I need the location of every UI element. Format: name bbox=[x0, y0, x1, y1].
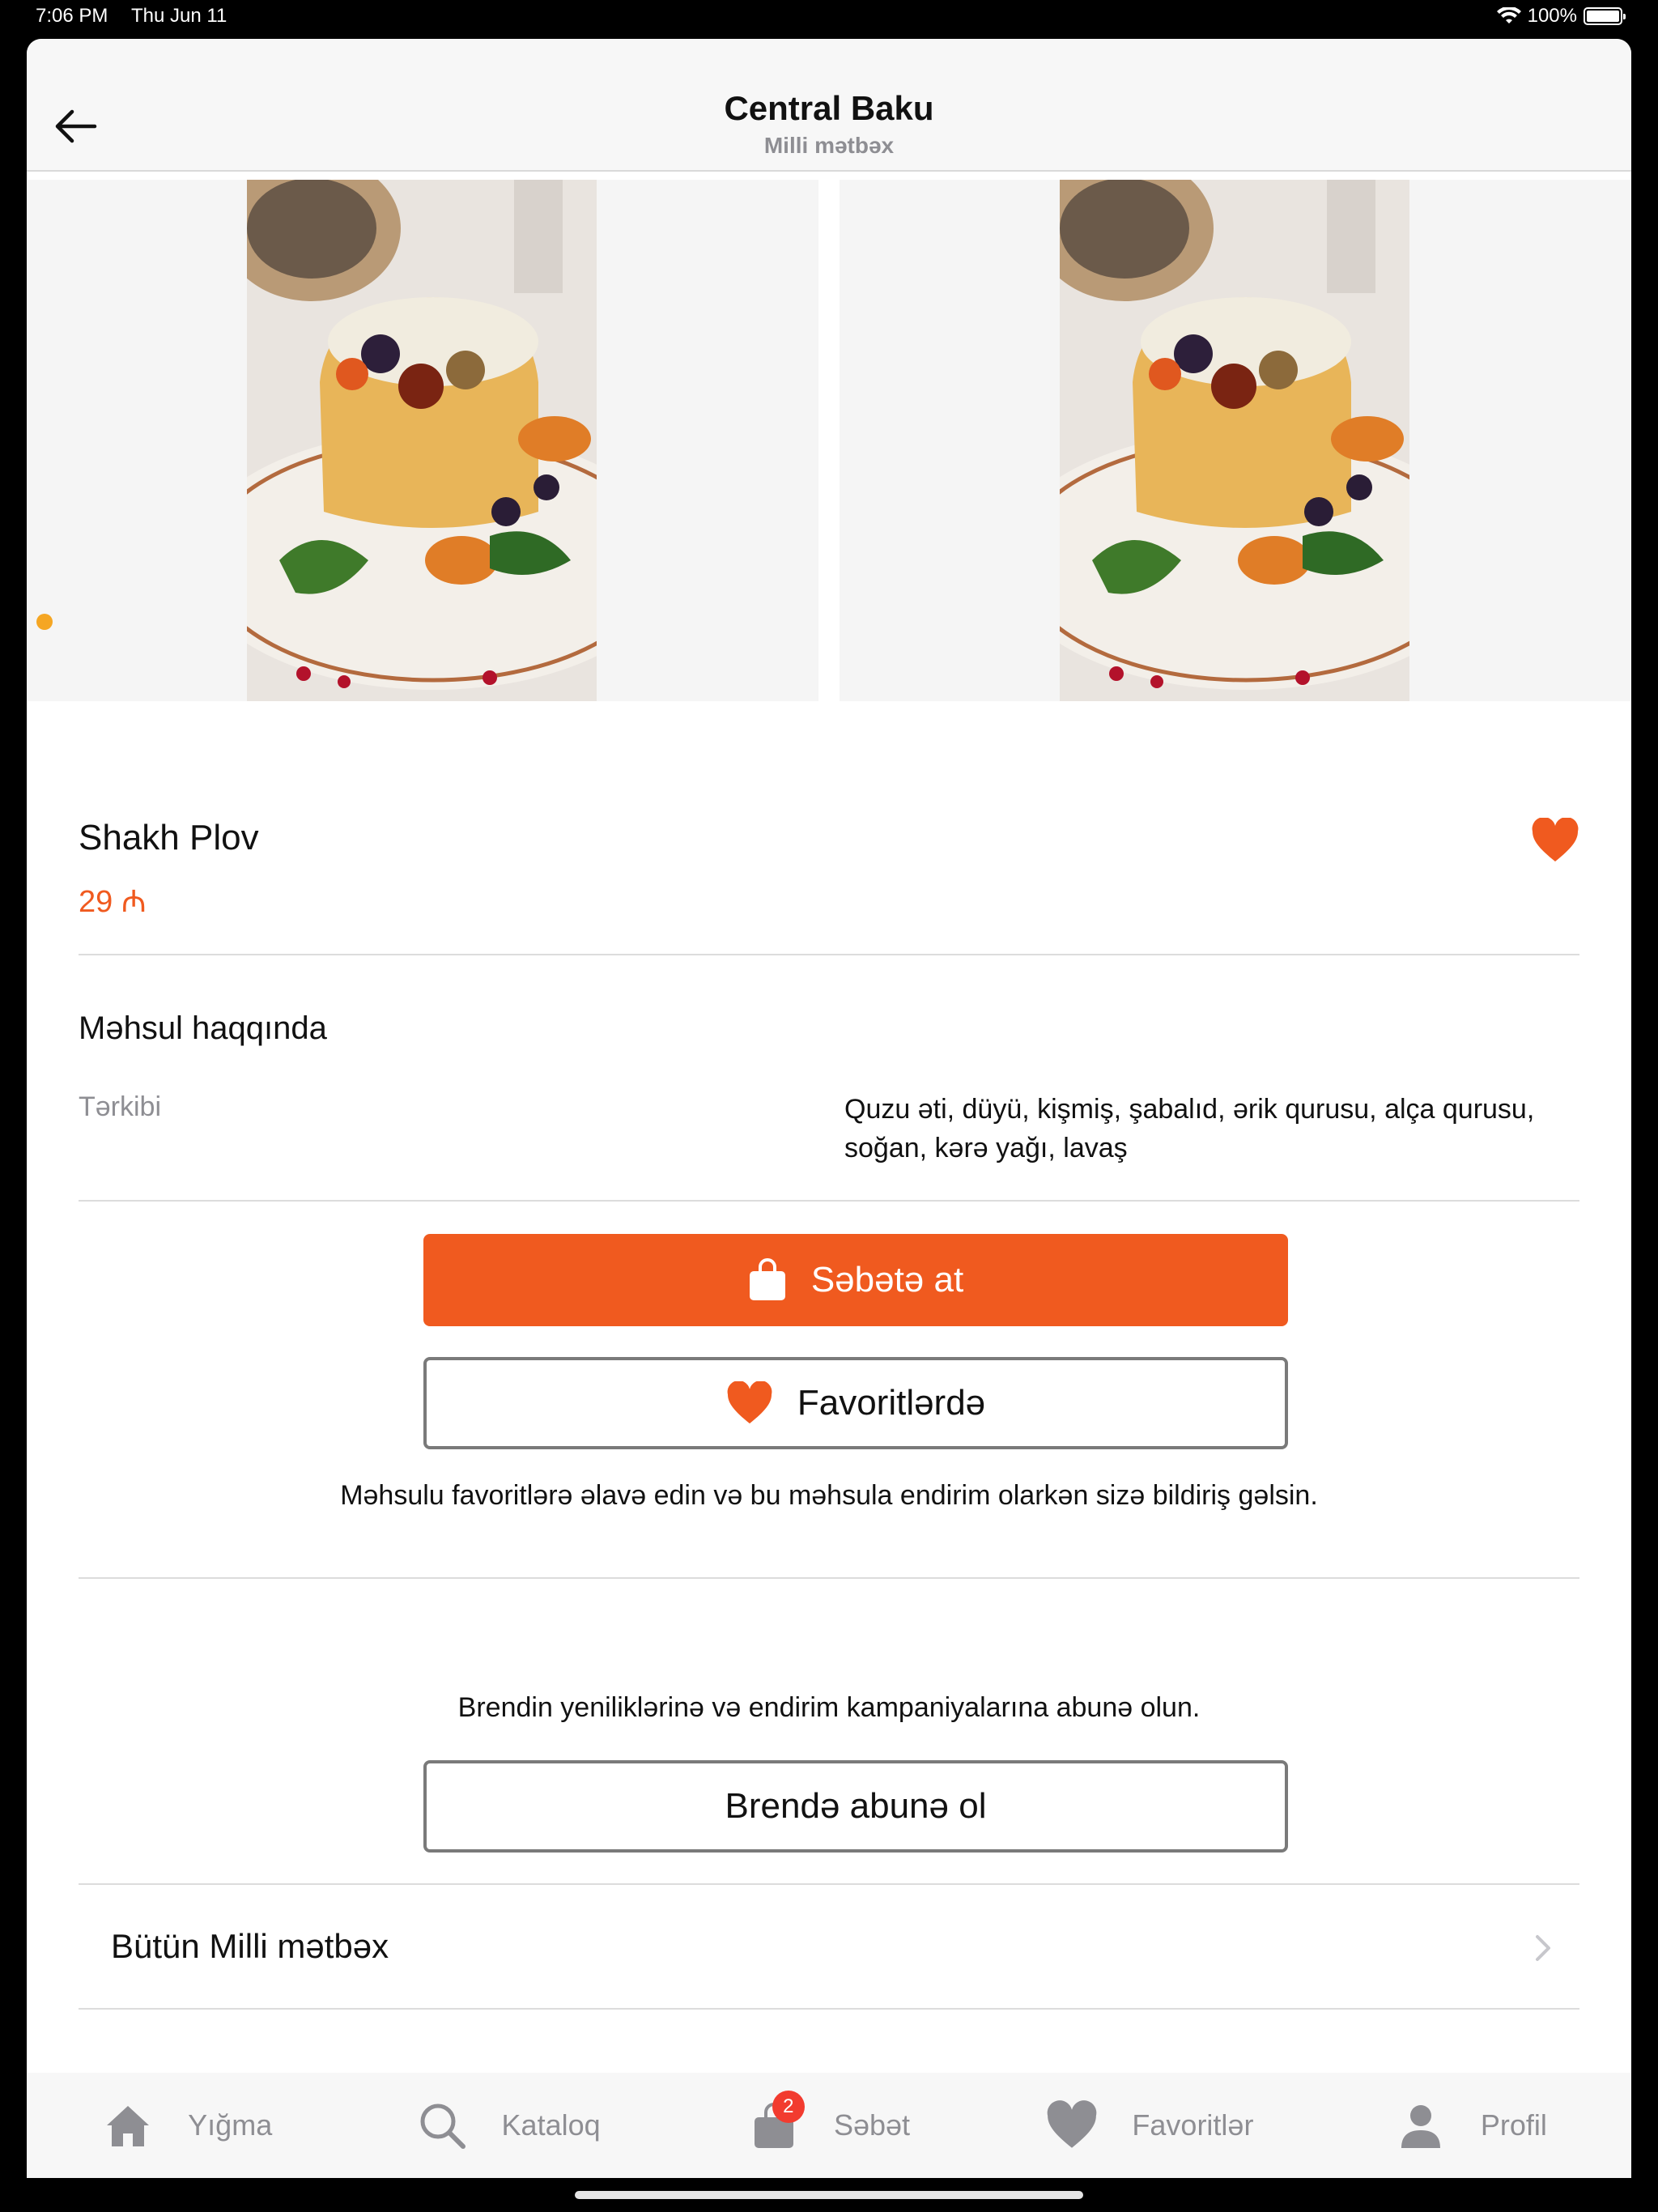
battery-icon bbox=[1584, 7, 1626, 25]
food-photo bbox=[247, 180, 597, 701]
favorites-button[interactable]: Favoritlərdə bbox=[423, 1357, 1288, 1449]
food-photo bbox=[1060, 180, 1409, 701]
gallery-slide[interactable] bbox=[840, 180, 1631, 701]
tab-bar: Yığma Kataloq 2 Səbət Favoritlər Profil bbox=[27, 2073, 1631, 2178]
search-icon bbox=[420, 2104, 466, 2149]
heart-icon bbox=[1048, 2100, 1097, 2148]
tab-favorites[interactable]: Favoritlər bbox=[989, 2073, 1310, 2178]
product-sheet: Central Baku Milli mətbəx Shakh Plov 29 … bbox=[27, 39, 1631, 2178]
home-icon bbox=[107, 2106, 150, 2146]
image-gallery[interactable] bbox=[27, 180, 1631, 701]
tab-label: Profil bbox=[1480, 2108, 1547, 2142]
tab-label: Yığma bbox=[188, 2108, 273, 2142]
gallery-page-indicator bbox=[36, 614, 53, 630]
subscribe-label: Brendə abunə ol bbox=[725, 1786, 987, 1826]
subscribe-button[interactable]: Brendə abunə ol bbox=[423, 1760, 1288, 1853]
divider bbox=[79, 954, 1579, 955]
favorites-hint: Məhsulu favoritlərə əlavə edin və bu məh… bbox=[340, 1480, 1318, 1511]
all-category-label: Bütün Milli mətbəx bbox=[111, 1927, 389, 1965]
tab-cart[interactable]: 2 Səbət bbox=[669, 2073, 989, 2178]
about-heading: Məhsul haqqında bbox=[79, 1010, 327, 1046]
battery-percent: 100% bbox=[1527, 5, 1577, 27]
status-bar: 7:06 PM Thu Jun 11 100% bbox=[0, 0, 1658, 36]
heart-icon bbox=[727, 1381, 772, 1424]
bag-icon bbox=[749, 1258, 785, 1300]
status-right: 100% bbox=[1496, 5, 1626, 28]
all-category-link[interactable]: Bütün Milli mətbəx bbox=[79, 1883, 1579, 2008]
person-icon bbox=[1401, 2105, 1440, 2148]
add-to-cart-label: Səbətə at bbox=[810, 1260, 964, 1300]
add-to-cart-button[interactable]: Səbətə at bbox=[423, 1234, 1288, 1326]
status-date: Thu Jun 11 bbox=[131, 5, 227, 27]
composition-label: Tərkibi bbox=[79, 1091, 162, 1122]
favorites-label: Favoritlərdə bbox=[797, 1383, 986, 1423]
chevron-right-icon bbox=[1536, 1935, 1550, 1961]
tab-label: Kataloq bbox=[501, 2108, 601, 2142]
composition-value: Quzu əti, düyü, kişmiş, şabalıd, ərik qu… bbox=[844, 1094, 1535, 1163]
tab-profile[interactable]: Profil bbox=[1311, 2073, 1631, 2178]
tab-label: Favoritlər bbox=[1132, 2108, 1254, 2142]
divider bbox=[79, 2008, 1579, 2010]
tab-label: Səbət bbox=[833, 2108, 911, 2142]
tab-catalog[interactable]: Kataloq bbox=[347, 2073, 668, 2178]
page-subtitle: Milli mətbəx bbox=[763, 133, 895, 158]
product-price: 29 ₼ bbox=[79, 885, 147, 919]
tab-home[interactable]: Yığma bbox=[27, 2073, 347, 2178]
cart-badge: 2 bbox=[772, 2091, 805, 2123]
divider bbox=[79, 1200, 1579, 1202]
status-time: 7:06 PM bbox=[36, 5, 108, 27]
favorite-heart-icon[interactable] bbox=[1531, 818, 1579, 863]
gallery-slide[interactable] bbox=[27, 180, 818, 701]
product-name: Shakh Plov bbox=[79, 818, 259, 857]
home-indicator[interactable] bbox=[575, 2191, 1083, 2199]
subscribe-hint: Brendin yeniliklərinə və endirim kampani… bbox=[457, 1692, 1201, 1723]
divider bbox=[79, 1577, 1579, 1579]
wifi-icon bbox=[1496, 7, 1521, 23]
page-title: Central Baku bbox=[724, 89, 934, 127]
nav-bar: Central Baku Milli mətbəx bbox=[27, 39, 1631, 172]
